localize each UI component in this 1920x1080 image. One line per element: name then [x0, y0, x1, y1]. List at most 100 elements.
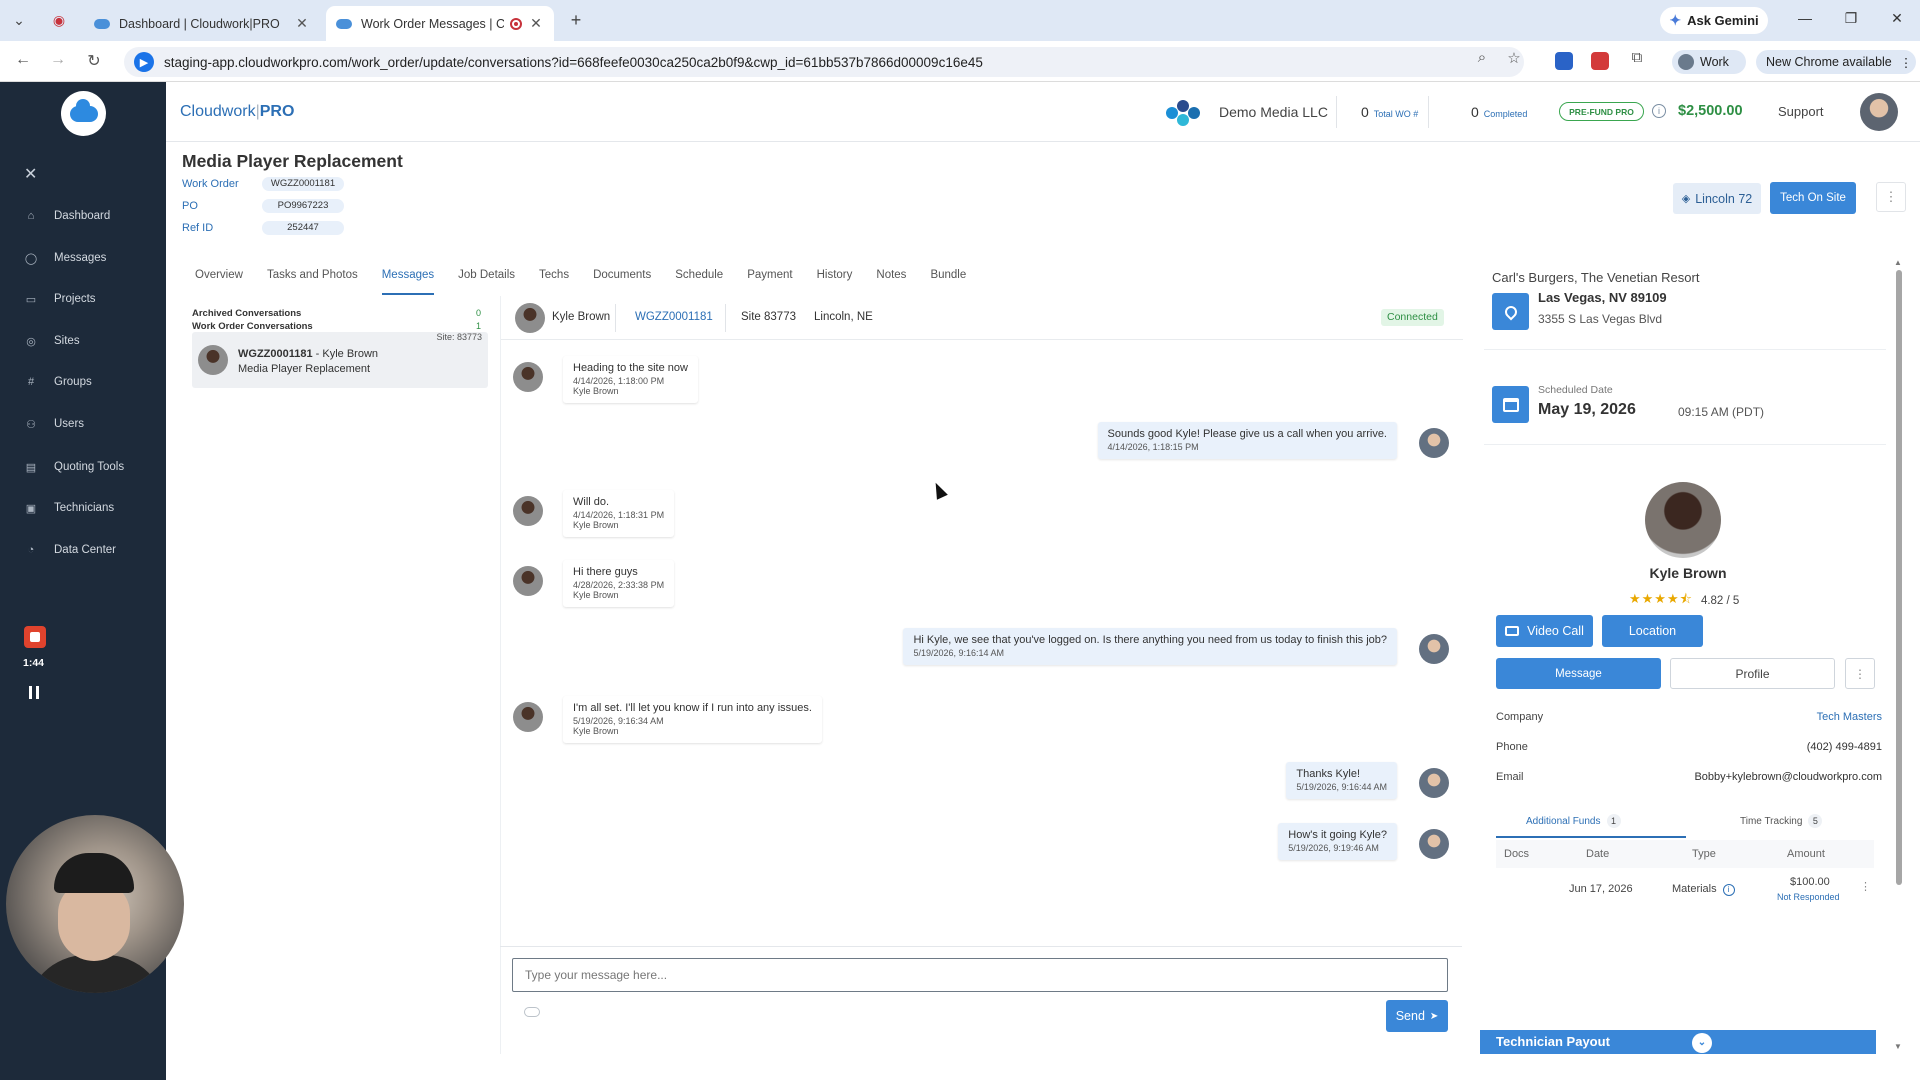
- reload-icon[interactable]: ↻: [83, 51, 105, 71]
- sidebar-item-quoting-tools[interactable]: ▤ Quoting Tools: [24, 457, 124, 477]
- more-options-button[interactable]: ⋮: [1845, 658, 1875, 689]
- company-name[interactable]: Demo Media LLC: [1219, 104, 1328, 120]
- scheduled-time: 09:15 AM (PDT): [1678, 405, 1765, 419]
- more-options-button[interactable]: ⋮: [1876, 182, 1906, 212]
- chrome-update-button[interactable]: New Chrome available ⋮: [1756, 50, 1916, 74]
- message-time: 4/28/2026, 2:33:38 PM: [573, 580, 665, 590]
- site-info-icon[interactable]: ▶: [134, 52, 154, 72]
- sidebar-item-data-center[interactable]: ◔ Data Center: [24, 540, 116, 560]
- row-menu-icon[interactable]: ⋮: [1860, 880, 1871, 893]
- tab-job-details[interactable]: Job Details: [458, 263, 515, 295]
- close-icon[interactable]: ✕: [294, 15, 310, 32]
- tab-schedule[interactable]: Schedule: [675, 263, 723, 295]
- window-close-icon[interactable]: ✕: [1887, 10, 1907, 27]
- profile-avatar: [1678, 54, 1694, 70]
- scroll-down-icon[interactable]: ▼: [1894, 1042, 1902, 1051]
- recording-icon[interactable]: ◉: [48, 9, 70, 31]
- support-link[interactable]: Support: [1778, 104, 1824, 119]
- extensions-puzzle-icon[interactable]: ⧉: [1626, 49, 1648, 66]
- pin-icon: ◎: [26, 335, 36, 348]
- scrollbar-thumb[interactable]: [1896, 270, 1902, 885]
- tab-tasks-and-photos[interactable]: Tasks and Photos: [267, 263, 358, 295]
- prefund-badge[interactable]: PRE-FUND PRO: [1559, 102, 1644, 121]
- browser-tab-dashboard[interactable]: Dashboard | Cloudwork|PRO ✕: [84, 6, 320, 41]
- app-logo[interactable]: [61, 91, 106, 136]
- profile-chip[interactable]: Work: [1672, 50, 1746, 74]
- field-value: PO9967223: [262, 199, 344, 213]
- tab-additional-funds[interactable]: Additional Funds 1: [1526, 814, 1621, 828]
- extension-icon[interactable]: [1555, 52, 1573, 70]
- divider: [500, 946, 1462, 947]
- sidebar-item-users[interactable]: ⚇ Users: [24, 414, 84, 434]
- sidebar-item-sites[interactable]: ◎ Sites: [24, 331, 80, 351]
- tab-bundle[interactable]: Bundle: [930, 263, 966, 295]
- minimize-icon[interactable]: —: [1795, 10, 1815, 26]
- work-order-conversations-label[interactable]: Work Order Conversations: [192, 321, 313, 332]
- company-link[interactable]: Tech Masters: [1817, 711, 1882, 723]
- tab-techs[interactable]: Techs: [539, 263, 569, 295]
- tab-search-icon[interactable]: ⌄: [8, 9, 30, 31]
- divider: [1484, 444, 1886, 445]
- profile-button[interactable]: Profile: [1670, 658, 1835, 689]
- tab-overview[interactable]: Overview: [195, 263, 243, 295]
- tech-on-site-button[interactable]: Tech On Site: [1770, 182, 1856, 214]
- zoom-icon[interactable]: ⌕: [1471, 49, 1493, 66]
- forward-icon[interactable]: →: [47, 51, 69, 69]
- tab-messages[interactable]: Messages: [381, 263, 435, 295]
- close-icon[interactable]: ✕: [528, 15, 544, 32]
- ask-gemini-button[interactable]: ✦ Ask Gemini: [1660, 7, 1768, 34]
- tab-time-tracking[interactable]: Time Tracking 5: [1740, 814, 1823, 828]
- tab-payment[interactable]: Payment: [747, 263, 792, 295]
- fund-status: Not Responded: [1777, 892, 1840, 902]
- chevron-down-icon[interactable]: ⌄: [1692, 1033, 1712, 1053]
- info-icon[interactable]: i: [1652, 104, 1666, 118]
- stop-recording-button[interactable]: [24, 626, 46, 648]
- message-bubble: How's it going Kyle? 5/19/2026, 9:19:46 …: [1278, 823, 1397, 860]
- archived-conversations-label[interactable]: Archived Conversations: [192, 308, 301, 319]
- company-label: Company: [1496, 711, 1544, 723]
- scheduled-date: May 19, 2026: [1538, 401, 1636, 418]
- new-tab-button[interactable]: +: [565, 9, 587, 31]
- sidebar-item-label: Users: [54, 418, 85, 430]
- close-sidebar-icon[interactable]: ✕: [24, 164, 37, 184]
- sidebar-item-technicians[interactable]: ▣ Technicians: [24, 498, 114, 518]
- message-input[interactable]: [512, 958, 1448, 992]
- back-icon[interactable]: ←: [12, 51, 34, 69]
- location-button[interactable]: Location: [1602, 615, 1703, 647]
- location-city: Las Vegas, NV 89109: [1538, 290, 1667, 305]
- sidebar-item-projects[interactable]: ▭ Projects: [24, 289, 96, 309]
- user-avatar[interactable]: [1860, 93, 1898, 131]
- brand-logo[interactable]: Cloudwork|PRO: [180, 103, 294, 121]
- tab-notes[interactable]: Notes: [876, 263, 906, 295]
- url-text: staging-app.cloudworkpro.com/work_order/…: [164, 54, 983, 70]
- count-badge: 1: [1606, 814, 1621, 828]
- address-bar[interactable]: ▶ staging-app.cloudworkpro.com/work_orde…: [124, 47, 1524, 77]
- scheduled-label: Scheduled Date: [1538, 384, 1613, 396]
- thread-header: Kyle Brown WGZZ0001181 Site 83773 Lincol…: [501, 296, 1463, 340]
- avatar: [513, 362, 543, 392]
- sidebar-item-messages[interactable]: ◯ Messages: [24, 248, 107, 268]
- tab-history[interactable]: History: [817, 263, 853, 295]
- message-button[interactable]: Message: [1496, 658, 1661, 689]
- lincoln-button[interactable]: ◈ Lincoln 72: [1673, 183, 1761, 214]
- sidebar-item-label: Sites: [54, 335, 80, 347]
- restore-icon[interactable]: ❐: [1841, 10, 1861, 27]
- attachment-icon[interactable]: [524, 1007, 540, 1017]
- thread-wo-link[interactable]: WGZZ0001181: [635, 311, 713, 323]
- technician-payout-bar[interactable]: Technician Payout ⌄: [1480, 1030, 1876, 1054]
- browser-tab-messages[interactable]: Work Order Messages | Clo ✕: [326, 6, 554, 41]
- bookmark-star-icon[interactable]: ☆: [1503, 49, 1525, 67]
- scroll-up-icon[interactable]: ▲: [1894, 258, 1902, 267]
- pause-icon[interactable]: [29, 686, 39, 699]
- status-badge: Connected: [1381, 309, 1444, 326]
- sidebar-item-dashboard[interactable]: ⌂ Dashboard: [24, 206, 111, 226]
- scrollbar[interactable]: ▲ ▼: [1894, 258, 1904, 1054]
- extension-icon[interactable]: [1591, 52, 1609, 70]
- sidebar-item-groups[interactable]: # Groups: [24, 372, 92, 392]
- message-body: How's it going Kyle?: [1288, 829, 1387, 841]
- tab-documents[interactable]: Documents: [593, 263, 651, 295]
- video-call-button[interactable]: Video Call: [1496, 615, 1593, 647]
- conversation-item[interactable]: Site: 83773 WGZZ0001181 - Kyle Brown Med…: [192, 332, 488, 388]
- send-button[interactable]: Send ➤: [1386, 1000, 1448, 1032]
- info-icon[interactable]: i: [1722, 884, 1735, 896]
